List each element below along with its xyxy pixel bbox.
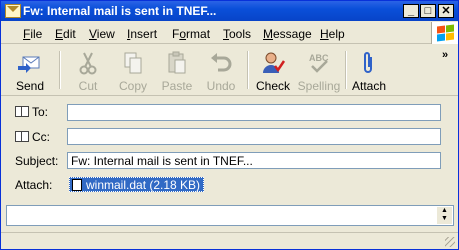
toolbar-separator — [59, 51, 61, 89]
file-icon — [72, 179, 82, 191]
cc-field[interactable] — [67, 128, 441, 145]
envelope-icon — [5, 4, 21, 18]
scroll-up-icon[interactable]: ▲ — [437, 207, 452, 215]
copy-button[interactable]: Copy — [113, 47, 153, 93]
toolbar: Send Cut Copy Paste Undo Check ABC Spell… — [1, 45, 458, 96]
toolbar-overflow-button[interactable]: » — [442, 49, 448, 61]
subject-label: Subject: — [15, 154, 59, 168]
paperclip-icon — [356, 51, 382, 75]
menu-help[interactable]: Help — [320, 27, 345, 41]
clipboard-icon — [164, 51, 190, 75]
attachment-item[interactable]: winmail.dat (2.18 KB) — [69, 177, 205, 192]
windows-logo-icon — [431, 22, 458, 44]
to-field[interactable] — [67, 104, 441, 121]
window-title: Fw: Internal mail is sent in TNEF... — [23, 4, 217, 18]
send-button[interactable]: Send — [13, 47, 47, 93]
maximize-button[interactable]: □ — [420, 4, 436, 18]
cc-button[interactable]: Cc: — [15, 130, 50, 144]
status-bar — [1, 232, 458, 250]
title-bar[interactable]: Fw: Internal mail is sent in TNEF... _ □… — [1, 1, 458, 21]
message-body[interactable]: ▲ ▼ — [6, 205, 454, 226]
subject-field[interactable]: Fw: Internal mail is sent in TNEF... — [67, 152, 441, 169]
resize-grip-icon[interactable] — [445, 237, 455, 247]
cut-button[interactable]: Cut — [69, 47, 107, 93]
menu-message[interactable]: Message — [263, 27, 312, 41]
message-window: Fw: Internal mail is sent in TNEF... _ □… — [0, 0, 459, 250]
body-scrollbar[interactable]: ▲ ▼ — [437, 207, 452, 224]
address-book-icon — [15, 106, 29, 117]
menu-edit[interactable]: Edit — [55, 27, 76, 41]
undo-button[interactable]: Undo — [203, 47, 239, 93]
toolbar-separator — [345, 51, 347, 89]
menu-file[interactable]: File — [23, 27, 42, 41]
spelling-icon: ABC — [306, 51, 332, 75]
minimize-button[interactable]: _ — [403, 4, 419, 18]
attachment-field[interactable]: winmail.dat (2.18 KB) — [67, 175, 441, 195]
to-button[interactable]: To: — [15, 105, 48, 119]
scroll-down-icon[interactable]: ▼ — [437, 215, 452, 223]
menu-tools[interactable]: Tools — [223, 27, 251, 41]
attach-label: Attach: — [15, 178, 53, 192]
menu-bar: File Edit View Insert Format Tools Messa… — [1, 23, 458, 44]
toolbar-separator — [247, 51, 249, 89]
attach-button[interactable]: Attach — [351, 47, 387, 93]
menu-format[interactable]: Format — [172, 27, 210, 41]
spelling-button[interactable]: ABC Spelling — [297, 47, 341, 93]
scissors-icon — [75, 51, 101, 75]
check-names-icon — [260, 51, 286, 75]
close-button[interactable]: ✕ — [438, 4, 454, 18]
undo-icon — [208, 51, 234, 75]
menu-insert[interactable]: Insert — [127, 27, 157, 41]
menu-view[interactable]: View — [89, 27, 115, 41]
check-names-button[interactable]: Check — [255, 47, 291, 93]
paste-button[interactable]: Paste — [157, 47, 197, 93]
copy-icon — [120, 51, 146, 75]
address-book-icon — [15, 131, 29, 142]
send-icon — [17, 51, 43, 75]
